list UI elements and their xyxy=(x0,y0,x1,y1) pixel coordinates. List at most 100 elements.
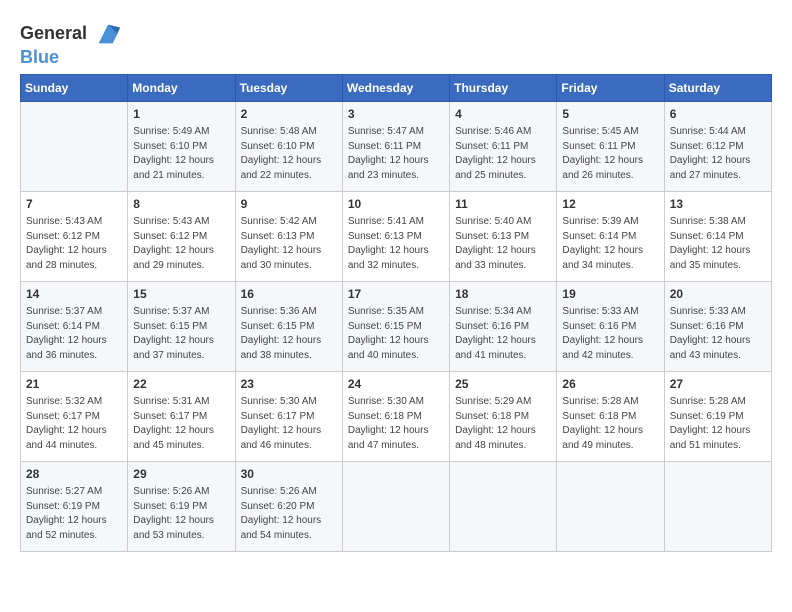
day-info: Sunrise: 5:47 AM Sunset: 6:11 PM Dayligh… xyxy=(348,125,444,183)
calendar-cell: 12 Sunrise: 5:39 AM Sunset: 6:14 PM Dayli… xyxy=(557,191,664,281)
weekday-header-friday: Friday xyxy=(557,74,664,101)
calendar-cell: 3Sunrise: 5:47 AM Sunset: 6:11 PM Daylig… xyxy=(342,101,449,191)
calendar-cell: 24 Sunrise: 5:30 AM Sunset: 6:18 PM Dayli… xyxy=(342,371,449,461)
calendar-cell: 25 Sunrise: 5:29 AM Sunset: 6:18 PM Dayli… xyxy=(450,371,557,461)
day-number: 12 xyxy=(562,196,658,213)
calendar-cell: 11Sunrise: 5:40 AM Sunset: 6:13 PM Dayli… xyxy=(450,191,557,281)
calendar-week-row: 28 Sunrise: 5:27 AM Sunset: 6:19 PM Dayli… xyxy=(21,461,772,551)
logo-line2: Blue xyxy=(20,48,122,68)
day-number: 23 xyxy=(241,376,337,393)
day-info: Sunrise: 5:33 AM Sunset: 6:16 PM Dayligh… xyxy=(670,305,766,363)
day-number: 26 xyxy=(562,376,658,393)
calendar-cell: 20 Sunrise: 5:33 AM Sunset: 6:16 PM Dayli… xyxy=(664,281,771,371)
day-info: Sunrise: 5:27 AM Sunset: 6:19 PM Dayligh… xyxy=(26,485,122,543)
calendar-cell: 17 Sunrise: 5:35 AM Sunset: 6:15 PM Dayli… xyxy=(342,281,449,371)
day-number: 6 xyxy=(670,106,766,123)
day-info: Sunrise: 5:42 AM Sunset: 6:13 PM Dayligh… xyxy=(241,215,337,273)
calendar-week-row: 1 Sunrise: 5:49 AM Sunset: 6:10 PM Daylig… xyxy=(21,101,772,191)
day-info: Sunrise: 5:26 AM Sunset: 6:19 PM Dayligh… xyxy=(133,485,229,543)
day-info: Sunrise: 5:32 AM Sunset: 6:17 PM Dayligh… xyxy=(26,395,122,453)
calendar-cell: 1 Sunrise: 5:49 AM Sunset: 6:10 PM Daylig… xyxy=(128,101,235,191)
weekday-header-monday: Monday xyxy=(128,74,235,101)
day-number: 27 xyxy=(670,376,766,393)
weekday-header-saturday: Saturday xyxy=(664,74,771,101)
calendar-cell: 16 Sunrise: 5:36 AM Sunset: 6:15 PM Dayli… xyxy=(235,281,342,371)
weekday-header-sunday: Sunday xyxy=(21,74,128,101)
day-number: 25 xyxy=(455,376,551,393)
calendar-cell: 2 Sunrise: 5:48 AM Sunset: 6:10 PM Daylig… xyxy=(235,101,342,191)
logo-line1: General xyxy=(20,23,87,43)
day-info: Sunrise: 5:43 AM Sunset: 6:12 PM Dayligh… xyxy=(26,215,122,273)
day-info: Sunrise: 5:30 AM Sunset: 6:17 PM Dayligh… xyxy=(241,395,337,453)
calendar-cell: 21 Sunrise: 5:32 AM Sunset: 6:17 PM Dayli… xyxy=(21,371,128,461)
calendar-cell: 26 Sunrise: 5:28 AM Sunset: 6:18 PM Dayli… xyxy=(557,371,664,461)
day-info: Sunrise: 5:43 AM Sunset: 6:12 PM Dayligh… xyxy=(133,215,229,273)
day-number: 28 xyxy=(26,466,122,483)
calendar-cell xyxy=(450,461,557,551)
day-number: 5 xyxy=(562,106,658,123)
calendar-cell: 5 Sunrise: 5:45 AM Sunset: 6:11 PM Daylig… xyxy=(557,101,664,191)
day-number: 22 xyxy=(133,376,229,393)
day-number: 4 xyxy=(455,106,551,123)
day-number: 13 xyxy=(670,196,766,213)
calendar-cell: 23 Sunrise: 5:30 AM Sunset: 6:17 PM Dayli… xyxy=(235,371,342,461)
day-number: 19 xyxy=(562,286,658,303)
calendar-cell xyxy=(557,461,664,551)
day-number: 9 xyxy=(241,196,337,213)
day-info: Sunrise: 5:34 AM Sunset: 6:16 PM Dayligh… xyxy=(455,305,551,363)
day-number: 15 xyxy=(133,286,229,303)
calendar-table: SundayMondayTuesdayWednesdayThursdayFrid… xyxy=(20,74,772,552)
day-info: Sunrise: 5:39 AM Sunset: 6:14 PM Dayligh… xyxy=(562,215,658,273)
weekday-header-row: SundayMondayTuesdayWednesdayThursdayFrid… xyxy=(21,74,772,101)
calendar-cell: 15 Sunrise: 5:37 AM Sunset: 6:15 PM Dayli… xyxy=(128,281,235,371)
weekday-header-wednesday: Wednesday xyxy=(342,74,449,101)
calendar-cell: 4 Sunrise: 5:46 AM Sunset: 6:11 PM Daylig… xyxy=(450,101,557,191)
day-info: Sunrise: 5:28 AM Sunset: 6:19 PM Dayligh… xyxy=(670,395,766,453)
day-number: 17 xyxy=(348,286,444,303)
calendar-cell: 18Sunrise: 5:34 AM Sunset: 6:16 PM Dayli… xyxy=(450,281,557,371)
logo: General Blue xyxy=(20,20,122,68)
day-number: 24 xyxy=(348,376,444,393)
day-number: 21 xyxy=(26,376,122,393)
day-info: Sunrise: 5:37 AM Sunset: 6:14 PM Dayligh… xyxy=(26,305,122,363)
day-number: 14 xyxy=(26,286,122,303)
calendar-cell: 8 Sunrise: 5:43 AM Sunset: 6:12 PM Daylig… xyxy=(128,191,235,281)
day-number: 16 xyxy=(241,286,337,303)
calendar-cell xyxy=(664,461,771,551)
day-number: 11 xyxy=(455,196,551,213)
day-info: Sunrise: 5:36 AM Sunset: 6:15 PM Dayligh… xyxy=(241,305,337,363)
calendar-week-row: 7 Sunrise: 5:43 AM Sunset: 6:12 PM Daylig… xyxy=(21,191,772,281)
day-number: 7 xyxy=(26,196,122,213)
day-info: Sunrise: 5:31 AM Sunset: 6:17 PM Dayligh… xyxy=(133,395,229,453)
calendar-cell xyxy=(21,101,128,191)
day-info: Sunrise: 5:28 AM Sunset: 6:18 PM Dayligh… xyxy=(562,395,658,453)
calendar-cell: 9 Sunrise: 5:42 AM Sunset: 6:13 PM Daylig… xyxy=(235,191,342,281)
day-info: Sunrise: 5:46 AM Sunset: 6:11 PM Dayligh… xyxy=(455,125,551,183)
calendar-cell: 19 Sunrise: 5:33 AM Sunset: 6:16 PM Dayli… xyxy=(557,281,664,371)
day-info: Sunrise: 5:45 AM Sunset: 6:11 PM Dayligh… xyxy=(562,125,658,183)
calendar-cell: 6 Sunrise: 5:44 AM Sunset: 6:12 PM Daylig… xyxy=(664,101,771,191)
calendar-cell: 10Sunrise: 5:41 AM Sunset: 6:13 PM Dayli… xyxy=(342,191,449,281)
day-number: 1 xyxy=(133,106,229,123)
weekday-header-tuesday: Tuesday xyxy=(235,74,342,101)
calendar-cell: 28 Sunrise: 5:27 AM Sunset: 6:19 PM Dayli… xyxy=(21,461,128,551)
day-number: 30 xyxy=(241,466,337,483)
day-info: Sunrise: 5:49 AM Sunset: 6:10 PM Dayligh… xyxy=(133,125,229,183)
day-info: Sunrise: 5:37 AM Sunset: 6:15 PM Dayligh… xyxy=(133,305,229,363)
day-info: Sunrise: 5:41 AM Sunset: 6:13 PM Dayligh… xyxy=(348,215,444,273)
day-info: Sunrise: 5:30 AM Sunset: 6:18 PM Dayligh… xyxy=(348,395,444,453)
calendar-cell xyxy=(342,461,449,551)
day-info: Sunrise: 5:48 AM Sunset: 6:10 PM Dayligh… xyxy=(241,125,337,183)
day-number: 2 xyxy=(241,106,337,123)
day-info: Sunrise: 5:26 AM Sunset: 6:20 PM Dayligh… xyxy=(241,485,337,543)
weekday-header-thursday: Thursday xyxy=(450,74,557,101)
day-number: 20 xyxy=(670,286,766,303)
day-info: Sunrise: 5:35 AM Sunset: 6:15 PM Dayligh… xyxy=(348,305,444,363)
day-info: Sunrise: 5:29 AM Sunset: 6:18 PM Dayligh… xyxy=(455,395,551,453)
day-info: Sunrise: 5:44 AM Sunset: 6:12 PM Dayligh… xyxy=(670,125,766,183)
day-info: Sunrise: 5:33 AM Sunset: 6:16 PM Dayligh… xyxy=(562,305,658,363)
day-number: 8 xyxy=(133,196,229,213)
calendar-cell: 30 Sunrise: 5:26 AM Sunset: 6:20 PM Dayli… xyxy=(235,461,342,551)
calendar-week-row: 14 Sunrise: 5:37 AM Sunset: 6:14 PM Dayli… xyxy=(21,281,772,371)
calendar-cell: 13Sunrise: 5:38 AM Sunset: 6:14 PM Dayli… xyxy=(664,191,771,281)
